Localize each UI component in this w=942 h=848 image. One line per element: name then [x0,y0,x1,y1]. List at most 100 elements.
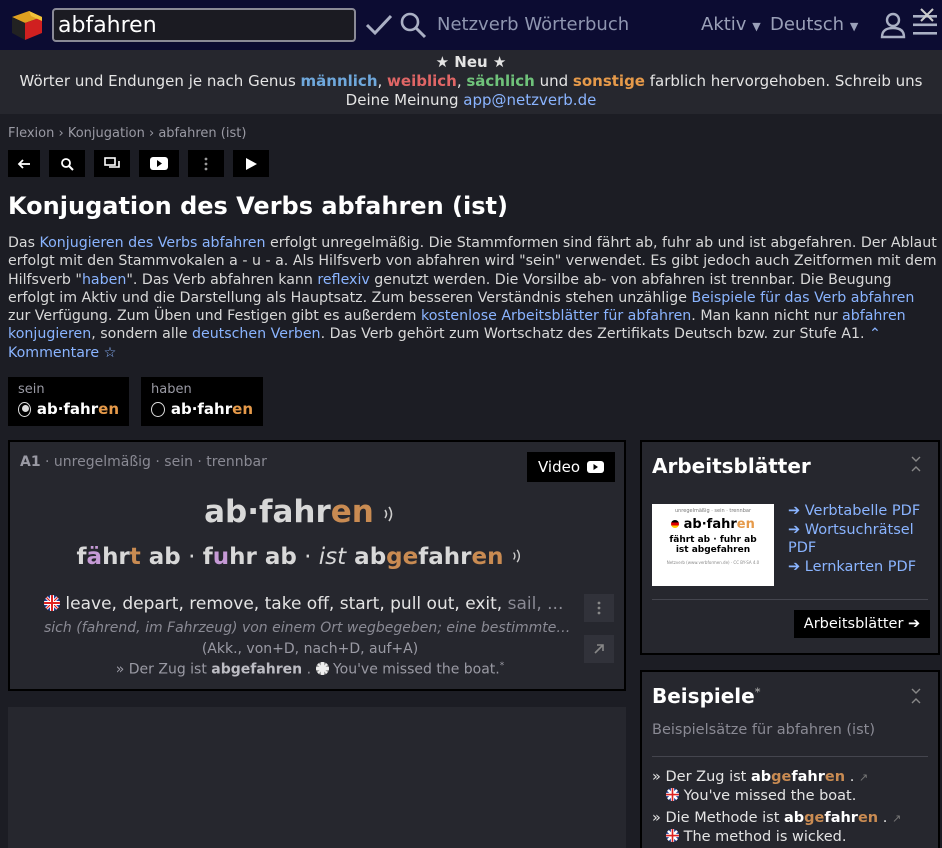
chevron-down-icon: ▼ [752,20,761,33]
notice-sep: , [377,72,388,90]
aux-option-sein[interactable]: sein ab·fahr en [8,377,129,426]
speaker-icon[interactable] [511,545,525,571]
aux-stem: ab·fahr [36,400,99,418]
search-icon[interactable] [399,11,427,39]
more-options-button[interactable] [584,594,614,622]
breadcrumb-item[interactable]: Konjugation [68,126,145,141]
lernkarten-pdf-link[interactable]: ➔ Lernkarten PDF [788,558,934,577]
divider [652,599,928,600]
worksheets-card: Arbeitsblätter unregelmäßig · sein · tre… [640,440,940,655]
example-item: » Die Methode ist abgefahren . ↗ The met… [652,809,932,847]
radio-unselected-icon[interactable] [151,401,165,417]
verb-arguments: (Akk., von+D, nach+D, auf+A) [201,641,419,657]
form-vowel: ä [86,544,103,570]
radio-selected-icon[interactable] [18,401,31,417]
play-store-button[interactable] [233,150,269,177]
thumb-ending: en [736,517,755,532]
intro-link[interactable]: Konjugieren des Verbs abfahren [40,235,266,251]
voice-dropdown-label: Aktiv [701,14,747,35]
uk-flag-icon [315,661,329,675]
more-vertical-icon [204,157,208,170]
voice-dropdown[interactable]: Aktiv ▼ [701,14,761,35]
youtube-icon [587,461,605,473]
ad-placeholder [8,707,626,848]
back-button[interactable] [8,150,40,177]
verb-meta: A1 · unregelmäßig · sein · trennbar [20,454,267,470]
intro-link[interactable]: haben [82,272,126,288]
intro-text: . Das Verb gehört zum Wortschatz des Zer… [320,326,870,343]
site-title[interactable]: Netzverb Wörterbuch [437,14,629,35]
intro-link[interactable]: Beispiele für das Verb abfahren [691,290,914,306]
notice-text: Wörter und Endungen je nach Genus [19,72,301,90]
speaker-icon[interactable] [382,496,398,532]
arrow-up-right-icon[interactable]: ↗ [892,812,901,825]
netzverb-logo-icon[interactable] [9,7,45,43]
example-translation: You've missed the boat. [332,661,500,678]
collapse-icon[interactable] [908,686,924,706]
examples-title-text: Beispiele [652,684,755,708]
youtube-button[interactable] [139,150,179,177]
aux-row: ab·fahr en [151,400,253,418]
worksheets-title: Arbeitsblätter [652,454,811,478]
notice-line-2: Deine Meinung app@netzverb.de [0,91,942,110]
more-vertical-icon [597,601,601,615]
form-ending: en [471,544,504,570]
form-aux: ist [318,544,347,570]
uk-flag-icon [666,829,679,842]
intro-link[interactable]: reflexiv [317,272,369,288]
aux-option-haben[interactable]: haben ab·fahr en [141,377,263,426]
intro-paragraph: Das Konjugieren des Verbs abfahren erfol… [8,234,940,362]
check-icon[interactable] [364,11,394,39]
comment-button[interactable] [94,150,130,177]
example-verb-prefix: ge [771,769,792,785]
close-icon[interactable] [918,6,936,24]
breadcrumb-item[interactable]: abfahren (ist) [158,126,246,141]
example-item: » Der Zug ist abgefahren . ↗ You've miss… [652,768,932,806]
translation-more: sail, ... [507,594,564,614]
example-verb-ending: en [824,769,846,785]
notice-banner: ★ Neu ★ Wörter und Endungen je nach Genu… [0,50,942,114]
open-link-button[interactable] [584,635,614,663]
example-verb-part: ab [784,810,805,826]
aux-label: haben [151,382,192,397]
worksheet-thumbnail[interactable]: unregelmäßig · sein · trennbar ab·fahren… [652,504,774,586]
notice-sep: , [456,72,467,90]
search-input[interactable] [52,8,356,42]
language-dropdown[interactable]: Deutsch ▼ [770,14,858,35]
feminine-label: weiblich [387,72,457,90]
more-options-button[interactable] [188,150,224,177]
example-verb-part: ab [750,769,772,785]
collapse-icon[interactable] [908,454,924,474]
search-icon [61,157,74,171]
notice-line-1: Wörter und Endungen je nach Genus männli… [0,72,942,91]
form-part: f [202,544,213,570]
intro-link[interactable]: deutschen Verben [192,326,321,342]
contact-email-link[interactable]: app@netzverb.de [463,91,596,109]
worksheets-button[interactable]: Arbeitsblätter ➔ [794,610,930,638]
aux-ending: en [98,400,119,418]
intro-text: , sondern alle [91,326,192,343]
verb-infinitive: ab·fahren [10,494,592,532]
intro-text: zur Verfügung. Zum Üben und Festigen gib… [8,308,422,325]
example-verb-part: fahr [824,810,858,826]
notice-text: Deine Meinung [345,91,464,109]
aux-row: ab·fahr en [18,400,119,418]
breadcrumb-item[interactable]: Flexion [8,126,54,141]
intro-link[interactable]: kostenlose Arbeitsblätter für abfahren [421,308,691,324]
verbtabelle-pdf-link[interactable]: ➔ Verbtabelle PDF [788,502,934,521]
uk-flag-icon [666,788,679,801]
translation-text: leave, depart, remove, take off, start, … [65,594,508,614]
form-part: ab [140,544,181,570]
verb-example: » Der Zug ist abgefahren . You've missed… [10,661,610,678]
language-dropdown-label: Deutsch [770,14,845,35]
arrow-up-right-icon [594,644,604,654]
search-button[interactable] [49,150,85,177]
user-icon[interactable] [879,11,907,39]
examples-subtitle: Beispielsätze für abfahren (ist) [652,722,875,738]
wortsuchraetsel-pdf-link[interactable]: ➔ Wortsuchrätsel PDF [788,521,934,558]
example-translation: The method is wicked. [683,829,847,845]
video-button[interactable]: Video [527,452,615,482]
infinitive-stem: ab·fahr [204,494,331,530]
arrow-up-right-icon[interactable]: ↗ [859,771,868,784]
breadcrumb: Flexion › Konjugation › abfahren (ist) [8,126,247,141]
